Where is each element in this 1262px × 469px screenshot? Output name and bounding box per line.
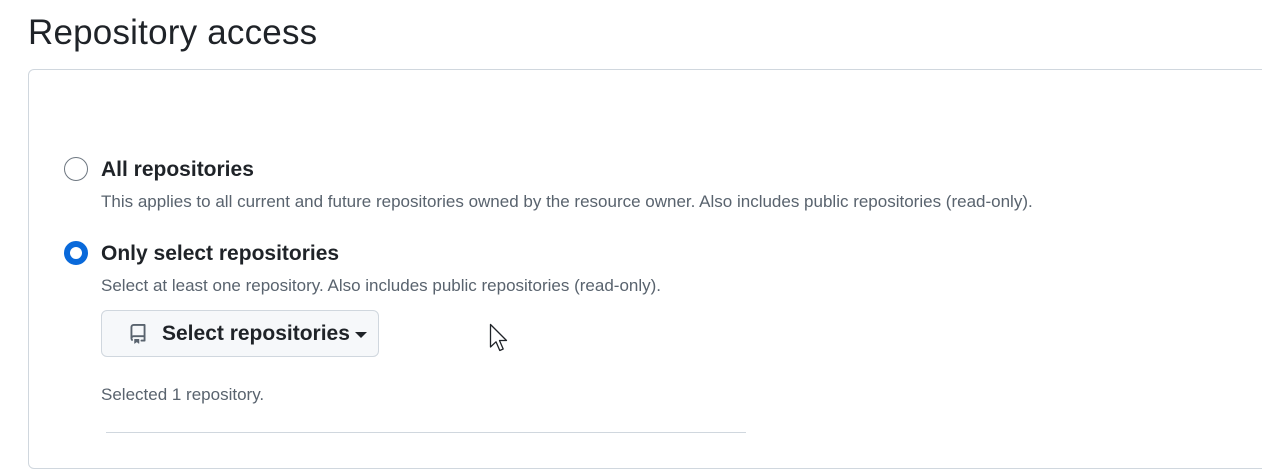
only-select-repositories-radio[interactable] xyxy=(64,241,88,265)
repository-access-panel xyxy=(28,69,1262,469)
all-repositories-label[interactable]: All repositories xyxy=(101,156,254,184)
only-select-repositories-description: Select at least one repository. Also inc… xyxy=(101,276,662,295)
divider xyxy=(106,432,746,433)
select-repositories-button[interactable]: Select repositories xyxy=(101,310,379,357)
page-title: Repository access xyxy=(28,13,318,52)
select-repositories-label: Select repositories xyxy=(162,321,350,345)
caret-down-icon xyxy=(354,332,367,338)
all-repositories-description: This applies to all current and future r… xyxy=(101,192,1033,211)
selected-repositories-status: Selected 1 repository. xyxy=(101,385,265,404)
all-repositories-radio[interactable] xyxy=(64,157,88,181)
only-select-repositories-label[interactable]: Only select repositories xyxy=(101,240,339,268)
repo-icon xyxy=(128,323,148,345)
